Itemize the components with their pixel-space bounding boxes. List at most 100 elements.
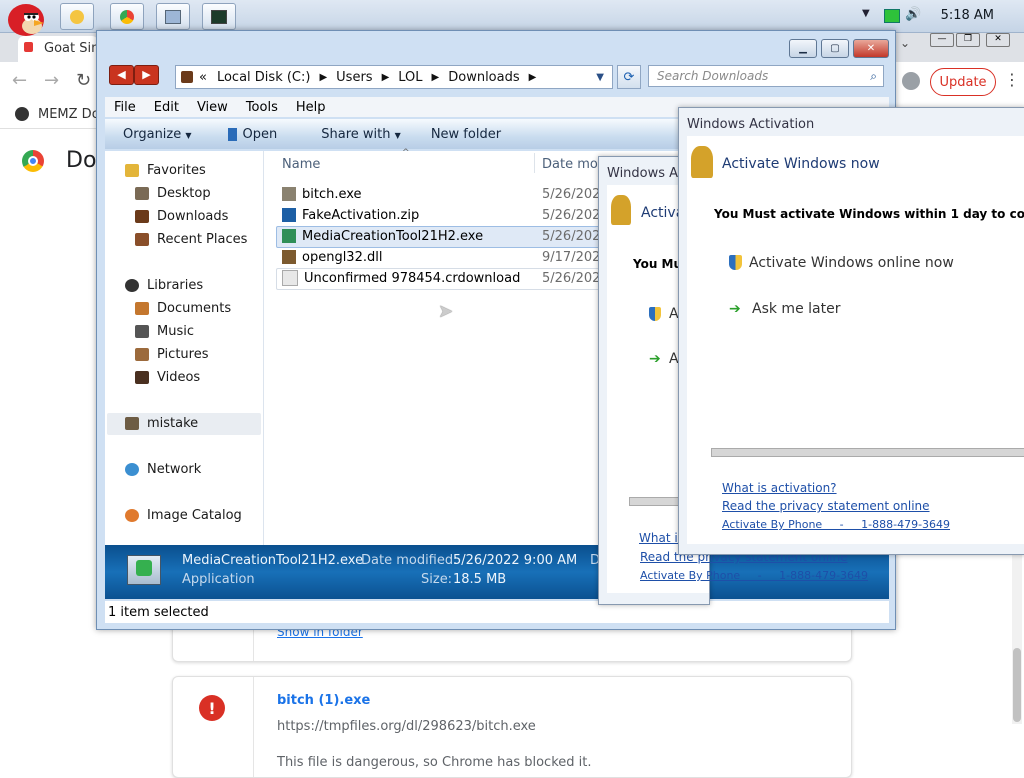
breadcrumb-arrow-icon[interactable]: ▶ bbox=[382, 72, 390, 83]
option-activate-online[interactable]: Activate Windows online now bbox=[749, 255, 954, 271]
card-divider bbox=[253, 677, 254, 777]
breadcrumb-users[interactable]: Users bbox=[336, 70, 372, 85]
menu-edit[interactable]: Edit bbox=[145, 100, 188, 115]
column-name[interactable]: Name bbox=[282, 157, 320, 172]
file-row[interactable]: Unconfirmed 978454.crdownload bbox=[276, 268, 520, 288]
nav-libraries[interactable]: Libraries bbox=[125, 278, 203, 293]
taskbar-app-1[interactable] bbox=[60, 3, 94, 30]
option-ask-later[interactable]: Ask me later bbox=[752, 301, 840, 317]
menu-file[interactable]: File bbox=[105, 100, 145, 115]
search-input[interactable]: Search Downloads ⌕ bbox=[648, 65, 884, 87]
breadcrumb-downloads[interactable]: Downloads bbox=[448, 70, 519, 85]
nav-downloads-label: Downloads bbox=[157, 209, 229, 224]
nav-downloads[interactable]: Downloads bbox=[135, 209, 228, 224]
breadcrumb-arrow-icon[interactable]: ▶ bbox=[432, 72, 440, 83]
battery-icon[interactable] bbox=[884, 9, 900, 23]
file-row[interactable]: bitch.exe bbox=[276, 184, 362, 204]
chevron-down-icon[interactable]: ⌄ bbox=[900, 36, 910, 50]
file-row[interactable]: opengl32.dll bbox=[276, 247, 382, 267]
more-icon[interactable]: ⋮ bbox=[1004, 70, 1020, 89]
taskbar-app-4[interactable] bbox=[202, 3, 236, 30]
dialog-must: You Must activate Windows within 1 day t… bbox=[714, 207, 1024, 221]
breadcrumb-chevrons[interactable]: « bbox=[199, 70, 207, 85]
nav-documents-label: Documents bbox=[157, 301, 232, 316]
breadcrumb-local-disk[interactable]: Local Disk (C:) bbox=[217, 70, 310, 85]
downloads-icon bbox=[135, 210, 149, 223]
nav-videos[interactable]: Videos bbox=[135, 370, 200, 385]
nav-network[interactable]: Network bbox=[125, 462, 201, 477]
libraries-icon bbox=[125, 279, 139, 292]
minimize-icon[interactable]: — bbox=[930, 33, 954, 47]
menu-tools[interactable]: Tools bbox=[237, 100, 287, 115]
close-icon[interactable]: ✕ bbox=[986, 33, 1010, 47]
close-button[interactable]: ✕ bbox=[853, 39, 889, 58]
organize-button[interactable]: Organize ▼ bbox=[123, 127, 192, 142]
nav-pictures[interactable]: Pictures bbox=[135, 347, 208, 362]
share-button[interactable]: Share with ▼ bbox=[321, 127, 401, 142]
new-folder-button[interactable]: New folder bbox=[431, 127, 501, 142]
details-filename: MediaCreationTool21H2.exe bbox=[182, 553, 364, 568]
menu-help[interactable]: Help bbox=[287, 100, 335, 115]
activation-dialog-front: Windows Activation Activate Windows now … bbox=[678, 107, 1024, 555]
forward-icon[interactable]: → bbox=[44, 70, 59, 91]
nav-favorites-label: Favorites bbox=[147, 163, 206, 178]
maximize-button[interactable]: ▢ bbox=[821, 39, 849, 58]
file-row[interactable]: FakeActivation.zip bbox=[276, 205, 419, 225]
dialog-heading: Activate Windows now bbox=[722, 156, 880, 172]
chrome-logo-icon bbox=[22, 150, 44, 172]
download-file-icon bbox=[282, 270, 298, 286]
breadcrumb-lol[interactable]: LOL bbox=[398, 70, 422, 85]
nav-music[interactable]: Music bbox=[135, 324, 194, 339]
shield-icon bbox=[729, 255, 742, 270]
dialog-body: Activate Windows now You Must activate W… bbox=[687, 136, 1024, 544]
details-size-label: Size: bbox=[421, 572, 453, 587]
restore-icon[interactable]: ❐ bbox=[956, 33, 980, 47]
angry-bird-icon bbox=[4, 0, 48, 38]
menu-view[interactable]: View bbox=[188, 100, 237, 115]
column-divider[interactable] bbox=[534, 153, 535, 173]
breadcrumb-arrow-icon[interactable]: ▶ bbox=[319, 72, 327, 83]
file-row-selected[interactable]: MediaCreationTool21H2.exe bbox=[276, 226, 483, 246]
address-bar[interactable]: « Local Disk (C:) ▶ Users ▶ LOL ▶ Downlo… bbox=[175, 65, 613, 89]
back-icon[interactable]: ← bbox=[12, 70, 27, 91]
taskbar-app-3[interactable] bbox=[156, 3, 190, 30]
download-filename[interactable]: bitch (1).exe bbox=[277, 693, 370, 708]
nav-mistake[interactable]: mistake bbox=[125, 416, 198, 431]
column-date[interactable]: Date mod bbox=[542, 157, 606, 172]
nav-desktop[interactable]: Desktop bbox=[135, 186, 211, 201]
open-button[interactable]: Open bbox=[227, 127, 277, 142]
nav-recent[interactable]: Recent Places bbox=[135, 232, 247, 247]
nav-desktop-label: Desktop bbox=[157, 186, 211, 201]
privacy-link[interactable]: Read the privacy statement online bbox=[722, 499, 930, 513]
sun-icon bbox=[70, 9, 84, 24]
chrome-window-controls: ⌄ — ❐ ✕ bbox=[900, 32, 1022, 50]
nav-recent-label: Recent Places bbox=[157, 232, 248, 247]
refresh-button[interactable]: ⟳ bbox=[617, 65, 641, 89]
volume-icon[interactable]: 🔊 bbox=[905, 7, 921, 22]
chrome-tab[interactable]: Goat Sim bbox=[18, 36, 104, 62]
search-placeholder: Search Downloads bbox=[657, 69, 769, 83]
avatar[interactable] bbox=[902, 72, 920, 90]
nav-documents[interactable]: Documents bbox=[135, 301, 231, 316]
nav-favorites[interactable]: Favorites bbox=[125, 163, 206, 178]
minimize-button[interactable]: ▁ bbox=[789, 39, 817, 58]
nav-videos-label: Videos bbox=[157, 370, 201, 385]
address-dropdown-icon[interactable]: ▼ bbox=[596, 72, 604, 83]
nav-network-label: Network bbox=[147, 462, 202, 477]
clock[interactable]: 5:18 AM bbox=[941, 8, 994, 23]
what-is-activation-link[interactable]: What is activation? bbox=[722, 481, 837, 495]
tray-chevron-icon[interactable]: ▼ bbox=[862, 8, 870, 19]
back-arrow-icon[interactable]: ◀ bbox=[109, 65, 134, 85]
forward-arrow-icon[interactable]: ▶ bbox=[134, 65, 159, 85]
back-forward-buttons[interactable]: ◀ ▶ bbox=[109, 65, 159, 85]
breadcrumb-arrow-icon[interactable]: ▶ bbox=[529, 72, 537, 83]
phone-link-back[interactable]: Activate By Phone - 1-888-479-3649 bbox=[640, 569, 868, 582]
phone-link[interactable]: Activate By Phone - 1-888-479-3649 bbox=[722, 518, 950, 531]
nav-image-catalog[interactable]: Image Catalog bbox=[125, 508, 242, 523]
bookmark-memz[interactable]: MEMZ Do bbox=[38, 107, 100, 122]
search-icon[interactable]: ⌕ bbox=[870, 69, 877, 84]
terminal-icon bbox=[211, 9, 227, 24]
taskbar-chrome[interactable] bbox=[110, 3, 144, 30]
update-button[interactable]: Update bbox=[930, 68, 996, 96]
reload-icon[interactable]: ↻ bbox=[76, 70, 91, 91]
